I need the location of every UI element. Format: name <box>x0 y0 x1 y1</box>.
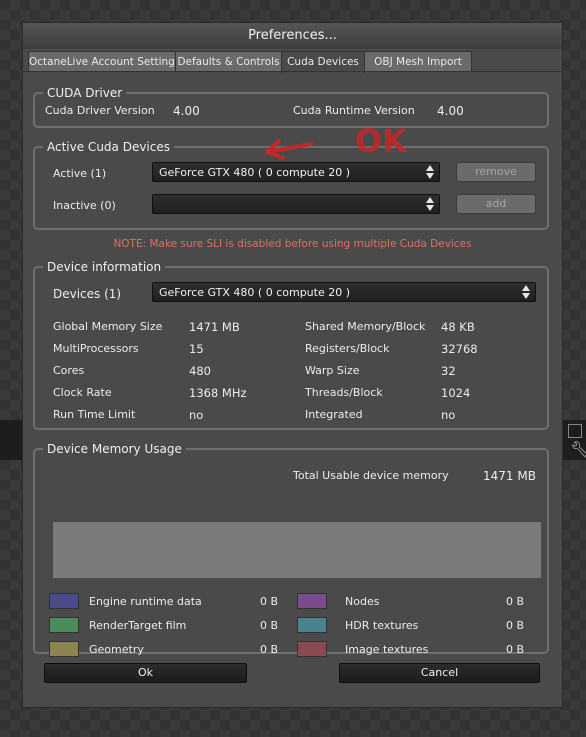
engine-runtime-swatch <box>49 593 79 609</box>
info-label: Global Memory Size <box>53 320 163 333</box>
ok-button[interactable]: Ok <box>44 663 247 683</box>
memory-usage-bar <box>53 522 541 578</box>
legend-value: 0 B <box>506 595 525 608</box>
rendertarget-swatch <box>49 617 79 633</box>
background-checkbox <box>568 424 582 438</box>
legend-value: 0 B <box>260 595 279 608</box>
info-label: Cores <box>53 364 85 377</box>
active-devices-dropdown[interactable]: GeForce GTX 480 ( 0 compute 20 ) <box>152 162 440 182</box>
info-value: 32 <box>441 364 456 378</box>
info-label: Registers/Block <box>305 342 390 355</box>
cancel-button[interactable]: Cancel <box>339 663 540 683</box>
cuda-driver-title: CUDA Driver <box>43 85 127 101</box>
handwritten-arrow-annotation: OK <box>265 124 408 160</box>
info-label: MultiProcessors <box>53 342 139 355</box>
dialog-title: Preferences... <box>23 23 562 49</box>
info-label: Integrated <box>305 408 363 421</box>
total-memory-label: Total Usable device memory <box>293 469 449 482</box>
info-label: Shared Memory/Block <box>305 320 426 333</box>
legend-label: Image textures <box>345 643 429 656</box>
devices-label: Devices (1) <box>53 287 122 301</box>
info-value: 48 KB <box>441 320 475 334</box>
legend-label: RenderTarget film <box>89 619 187 632</box>
active-devices-label: Active (1) <box>53 167 107 180</box>
device-memory-usage-group: Device Memory Usage Total Usable device … <box>33 441 549 657</box>
tab-obj-mesh-import[interactable]: OBJ Mesh Import <box>364 51 472 72</box>
tab-octanelive-account[interactable]: OctaneLive Account Settings <box>28 51 176 72</box>
info-value: 1024 <box>441 386 471 400</box>
memory-usage-title: Device Memory Usage <box>43 441 186 457</box>
info-label: Run Time Limit <box>53 408 136 421</box>
sli-note: NOTE: Make sure SLI is disabled before u… <box>113 238 472 250</box>
active-devices-selected: GeForce GTX 480 ( 0 compute 20 ) <box>159 166 351 179</box>
tab-cuda-devices[interactable]: Cuda Devices <box>281 51 365 73</box>
driver-version-label: Cuda Driver Version <box>45 104 155 117</box>
updown-arrows-icon <box>522 285 530 299</box>
nodes-swatch <box>297 593 327 609</box>
info-value: 480 <box>189 364 211 378</box>
add-button[interactable]: add <box>456 194 536 214</box>
device-info-title: Device information <box>43 259 166 275</box>
total-memory-value: 1471 MB <box>483 469 536 483</box>
info-value: 15 <box>189 342 204 356</box>
runtime-version-label: Cuda Runtime Version <box>293 104 415 117</box>
cuda-driver-group: CUDA Driver Cuda Driver Version 4.00 Cud… <box>33 85 549 128</box>
geometry-swatch <box>49 641 79 657</box>
remove-button[interactable]: remove <box>456 162 536 182</box>
info-value: 1471 MB <box>189 320 240 334</box>
image-textures-swatch <box>297 641 327 657</box>
info-label: Threads/Block <box>305 386 383 399</box>
wrench-icon: 🔧︎ <box>570 440 586 459</box>
updown-arrows-icon <box>426 165 434 179</box>
tab-defaults-controls[interactable]: Defaults & Controls <box>175 51 282 72</box>
devices-dropdown[interactable]: GeForce GTX 480 ( 0 compute 20 ) <box>152 282 536 302</box>
tab-content: CUDA Driver Cuda Driver Version 4.00 Cud… <box>23 71 562 710</box>
legend-label: Nodes <box>345 595 380 608</box>
preferences-dialog: Preferences... OctaneLive Account Settin… <box>22 22 563 708</box>
info-label: Warp Size <box>305 364 360 377</box>
devices-selected: GeForce GTX 480 ( 0 compute 20 ) <box>159 286 351 299</box>
legend-value: 0 B <box>260 643 279 656</box>
legend-value: 0 B <box>260 619 279 632</box>
background-panel-left <box>0 420 22 460</box>
legend-label: Geometry <box>89 643 144 656</box>
device-information-group: Device information Devices (1) GeForce G… <box>33 259 549 430</box>
hdr-textures-swatch <box>297 617 327 633</box>
info-label: Clock Rate <box>53 386 112 399</box>
updown-arrows-icon <box>426 197 434 211</box>
legend-value: 0 B <box>506 619 525 632</box>
info-value: 1368 MHz <box>189 386 247 400</box>
info-value: no <box>189 408 204 422</box>
legend-label: HDR textures <box>345 619 419 632</box>
inactive-devices-label: Inactive (0) <box>53 199 116 212</box>
handwritten-ok-text: OK <box>355 124 408 160</box>
driver-version-value: 4.00 <box>173 104 200 118</box>
runtime-version-value: 4.00 <box>437 104 464 118</box>
tab-bar: OctaneLive Account Settings Defaults & C… <box>23 51 562 73</box>
legend-label: Engine runtime data <box>89 595 202 608</box>
info-value: no <box>441 408 456 422</box>
inactive-devices-dropdown[interactable] <box>152 194 440 214</box>
active-devices-title: Active Cuda Devices <box>43 139 174 155</box>
info-value: 32768 <box>441 342 478 356</box>
legend-value: 0 B <box>506 643 525 656</box>
